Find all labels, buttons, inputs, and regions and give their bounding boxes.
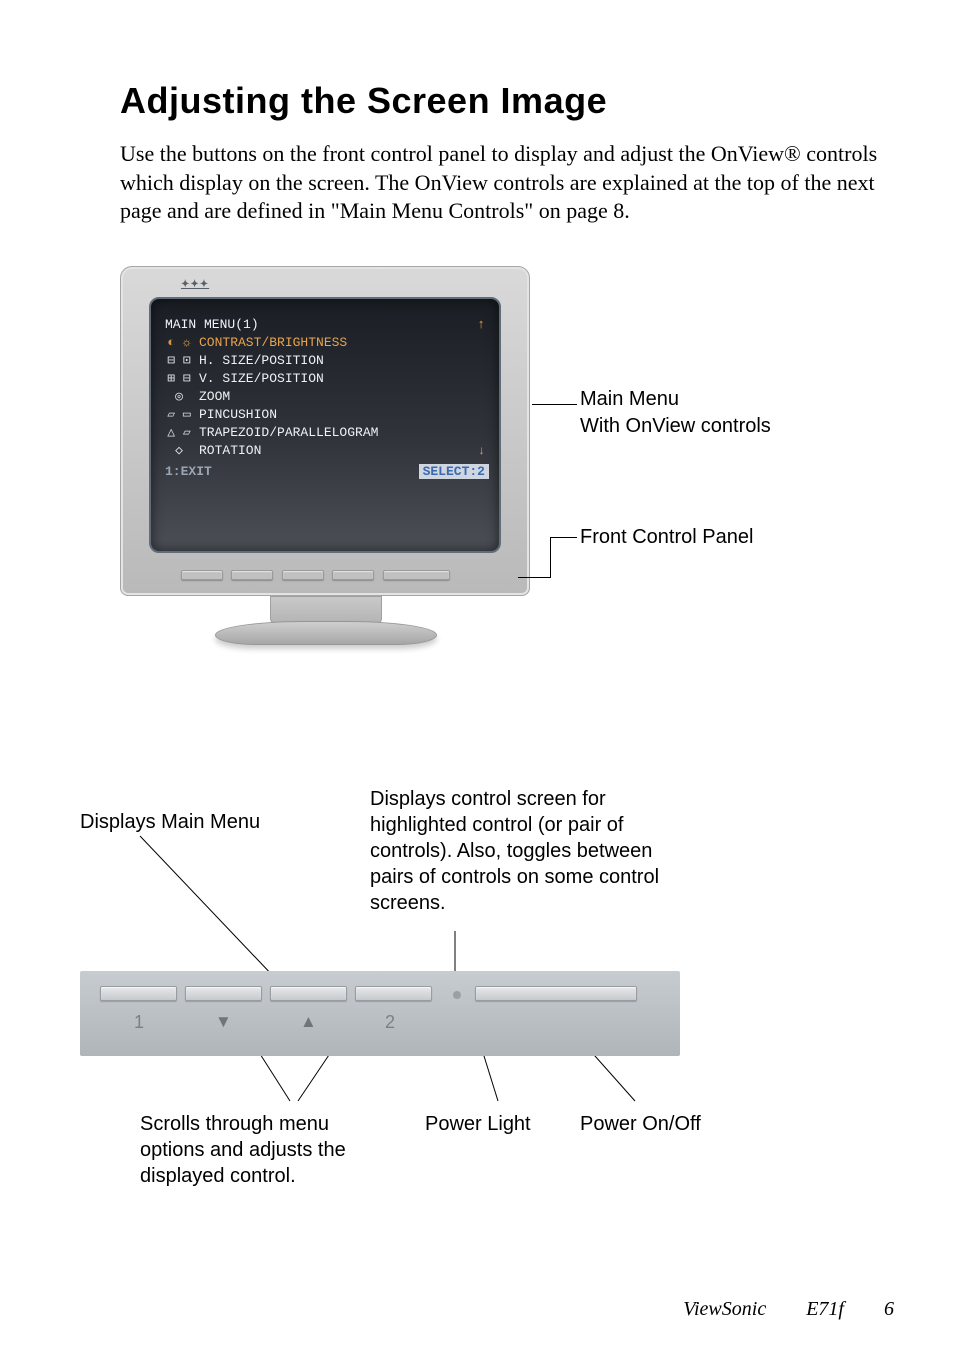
label-power-onoff: Power On/Off [580,1111,701,1137]
panel-button-up [270,986,347,1001]
osd-item-contrast: ◐ ☼ CONTRAST/BRIGHTNESS [165,334,489,352]
triangle-up-icon: ▲ [300,1012,317,1032]
brand-logo: ✦✦✦ [181,279,209,290]
triangle-down-icon: ▼ [215,1012,232,1032]
osd-exit-label: 1:EXIT [165,464,212,479]
panel-power-button [383,570,450,580]
leader-line [518,577,551,578]
contrast-brightness-icon: ◐ ☼ [165,334,193,352]
monitor-bezel: ✦✦✦ MAIN MENU(1) ↑ ◐ ☼ CONTRAST/BRIGHTNE… [120,266,530,596]
panel-button-power [475,986,637,1001]
zoom-icon: ◎ [165,388,193,406]
footer-page-number: 6 [884,1298,894,1321]
panel-background [80,971,680,1056]
panel-button [282,570,324,580]
label-power-light: Power Light [425,1111,531,1137]
page-footer: ViewSonic E71f 6 [683,1298,894,1321]
osd-item-label: PINCUSHION [199,406,277,424]
leader-line [550,537,551,577]
monitor-stand-base [215,621,437,645]
osd-item-label: H. SIZE/POSITION [199,352,324,370]
osd-title: MAIN MENU(1) [165,317,259,332]
osd-item-rotation: ◇ ROTATION ↓ [165,442,489,460]
footer-brand: ViewSonic [683,1298,766,1321]
scroll-down-icon: ↓ [478,442,489,460]
panel-button-down [185,986,262,1001]
monitor-panel-strip [181,567,469,585]
osd-footer-row: 1:EXIT SELECT:2 [165,464,489,479]
osd-item-label: ZOOM [199,388,230,406]
osd-screen: MAIN MENU(1) ↑ ◐ ☼ CONTRAST/BRIGHTNESS ⊟… [149,297,501,553]
label-displays-main-menu: Displays Main Menu [80,811,260,834]
osd-item-label: V. SIZE/POSITION [199,370,324,388]
side-label-sub: With OnView controls [580,413,771,440]
osd-item-label: ROTATION [199,442,261,460]
side-label-mainmenu: Main Menu With OnView controls [580,386,771,440]
footer-model: E71f [806,1298,844,1321]
osd-item-label: TRAPEZOID/PARALLELOGRAM [199,424,378,442]
panel-diagram: Displays Main Menu Displays control scre… [120,786,894,1206]
vsize-icon: ⊞ ⊟ [165,370,193,388]
panel-label-2: 2 [385,1012,395,1033]
monitor-illustration: ✦✦✦ MAIN MENU(1) ↑ ◐ ☼ CONTRAST/BRIGHTNE… [120,266,894,706]
pincushion-icon: ▱ ▭ [165,406,193,424]
rotation-icon: ◇ [165,442,193,460]
panel-button [332,570,374,580]
monitor-stand-neck [270,596,382,623]
leader-line [550,537,577,538]
trapezoid-icon: △ ▱ [165,424,193,442]
osd-item-zoom: ◎ ZOOM [165,388,489,406]
osd-item-label: CONTRAST/BRIGHTNESS [199,334,347,352]
osd-item-pincushion: ▱ ▭ PINCUSHION [165,406,489,424]
hsize-icon: ⊟ ⊡ [165,352,193,370]
page-title: Adjusting the Screen Image [120,80,894,122]
panel-label-1: 1 [134,1012,144,1033]
panel-button [181,570,223,580]
osd-title-row: MAIN MENU(1) ↑ [165,317,489,332]
panel-button [231,570,273,580]
osd-select-label: SELECT:2 [419,464,489,479]
osd-item-vsize: ⊞ ⊟ V. SIZE/POSITION [165,370,489,388]
scroll-up-icon: ↑ [477,317,485,332]
panel-button-1 [100,986,177,1001]
osd-item-hsize: ⊟ ⊡ H. SIZE/POSITION [165,352,489,370]
intro-paragraph: Use the buttons on the front control pan… [120,140,894,226]
side-label-frontpanel: Front Control Panel [580,526,753,549]
osd-item-trapezoid: △ ▱ TRAPEZOID/PARALLELOGRAM [165,424,489,442]
side-label-title: Main Menu [580,386,771,413]
panel-button-2 [355,986,432,1001]
label-scroll-through-menu: Scrolls through menu options and adjusts… [140,1111,360,1189]
power-light-icon [453,991,461,999]
label-displays-control-screen: Displays control screen for highlighted … [370,786,660,916]
leader-line [532,404,577,405]
